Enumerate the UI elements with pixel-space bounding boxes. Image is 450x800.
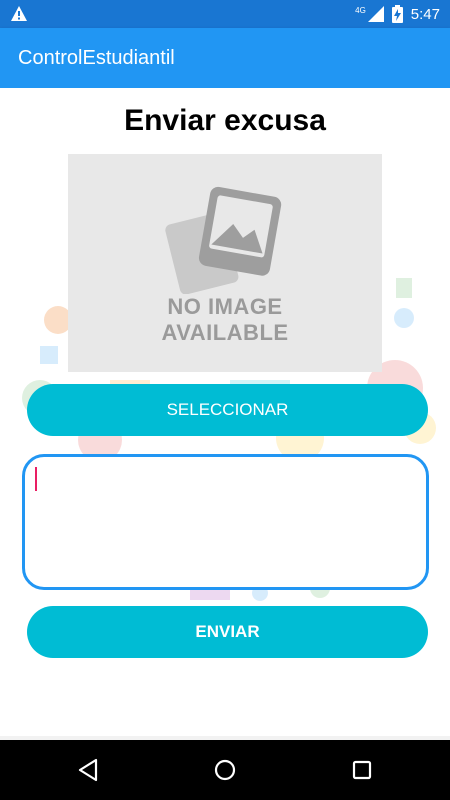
navigation-bar	[0, 740, 450, 800]
select-image-button[interactable]: SELECCIONAR	[27, 384, 428, 436]
send-button[interactable]: ENVIAR	[27, 606, 428, 658]
no-image-icon	[165, 186, 282, 294]
status-icons: 4G 5:47	[355, 0, 440, 28]
no-image-text-line2: AVAILABLE	[161, 320, 289, 345]
app-title: ControlEstudiantil	[18, 47, 175, 69]
network-type: 4G	[355, 5, 366, 15]
main-content: Enviar excusa NO IMAGE AVAILABLE SELECCI…	[0, 88, 450, 740]
status-time: 5:47	[410, 5, 440, 23]
home-icon[interactable]	[209, 754, 241, 786]
warning-icon	[11, 6, 27, 21]
status-bar: 4G 5:47	[0, 0, 450, 28]
page-title: Enviar excusa	[124, 104, 326, 137]
recents-icon[interactable]	[346, 754, 378, 786]
back-icon[interactable]	[72, 754, 104, 786]
no-image-text-line1: NO IMAGE	[167, 294, 283, 319]
app-bar: ControlEstudiantil	[0, 28, 450, 88]
text-caret	[35, 467, 37, 491]
image-preview: NO IMAGE AVAILABLE	[68, 154, 382, 372]
signal-icon	[367, 6, 384, 22]
excuse-text-field[interactable]	[22, 454, 429, 590]
battery-icon	[391, 5, 403, 23]
